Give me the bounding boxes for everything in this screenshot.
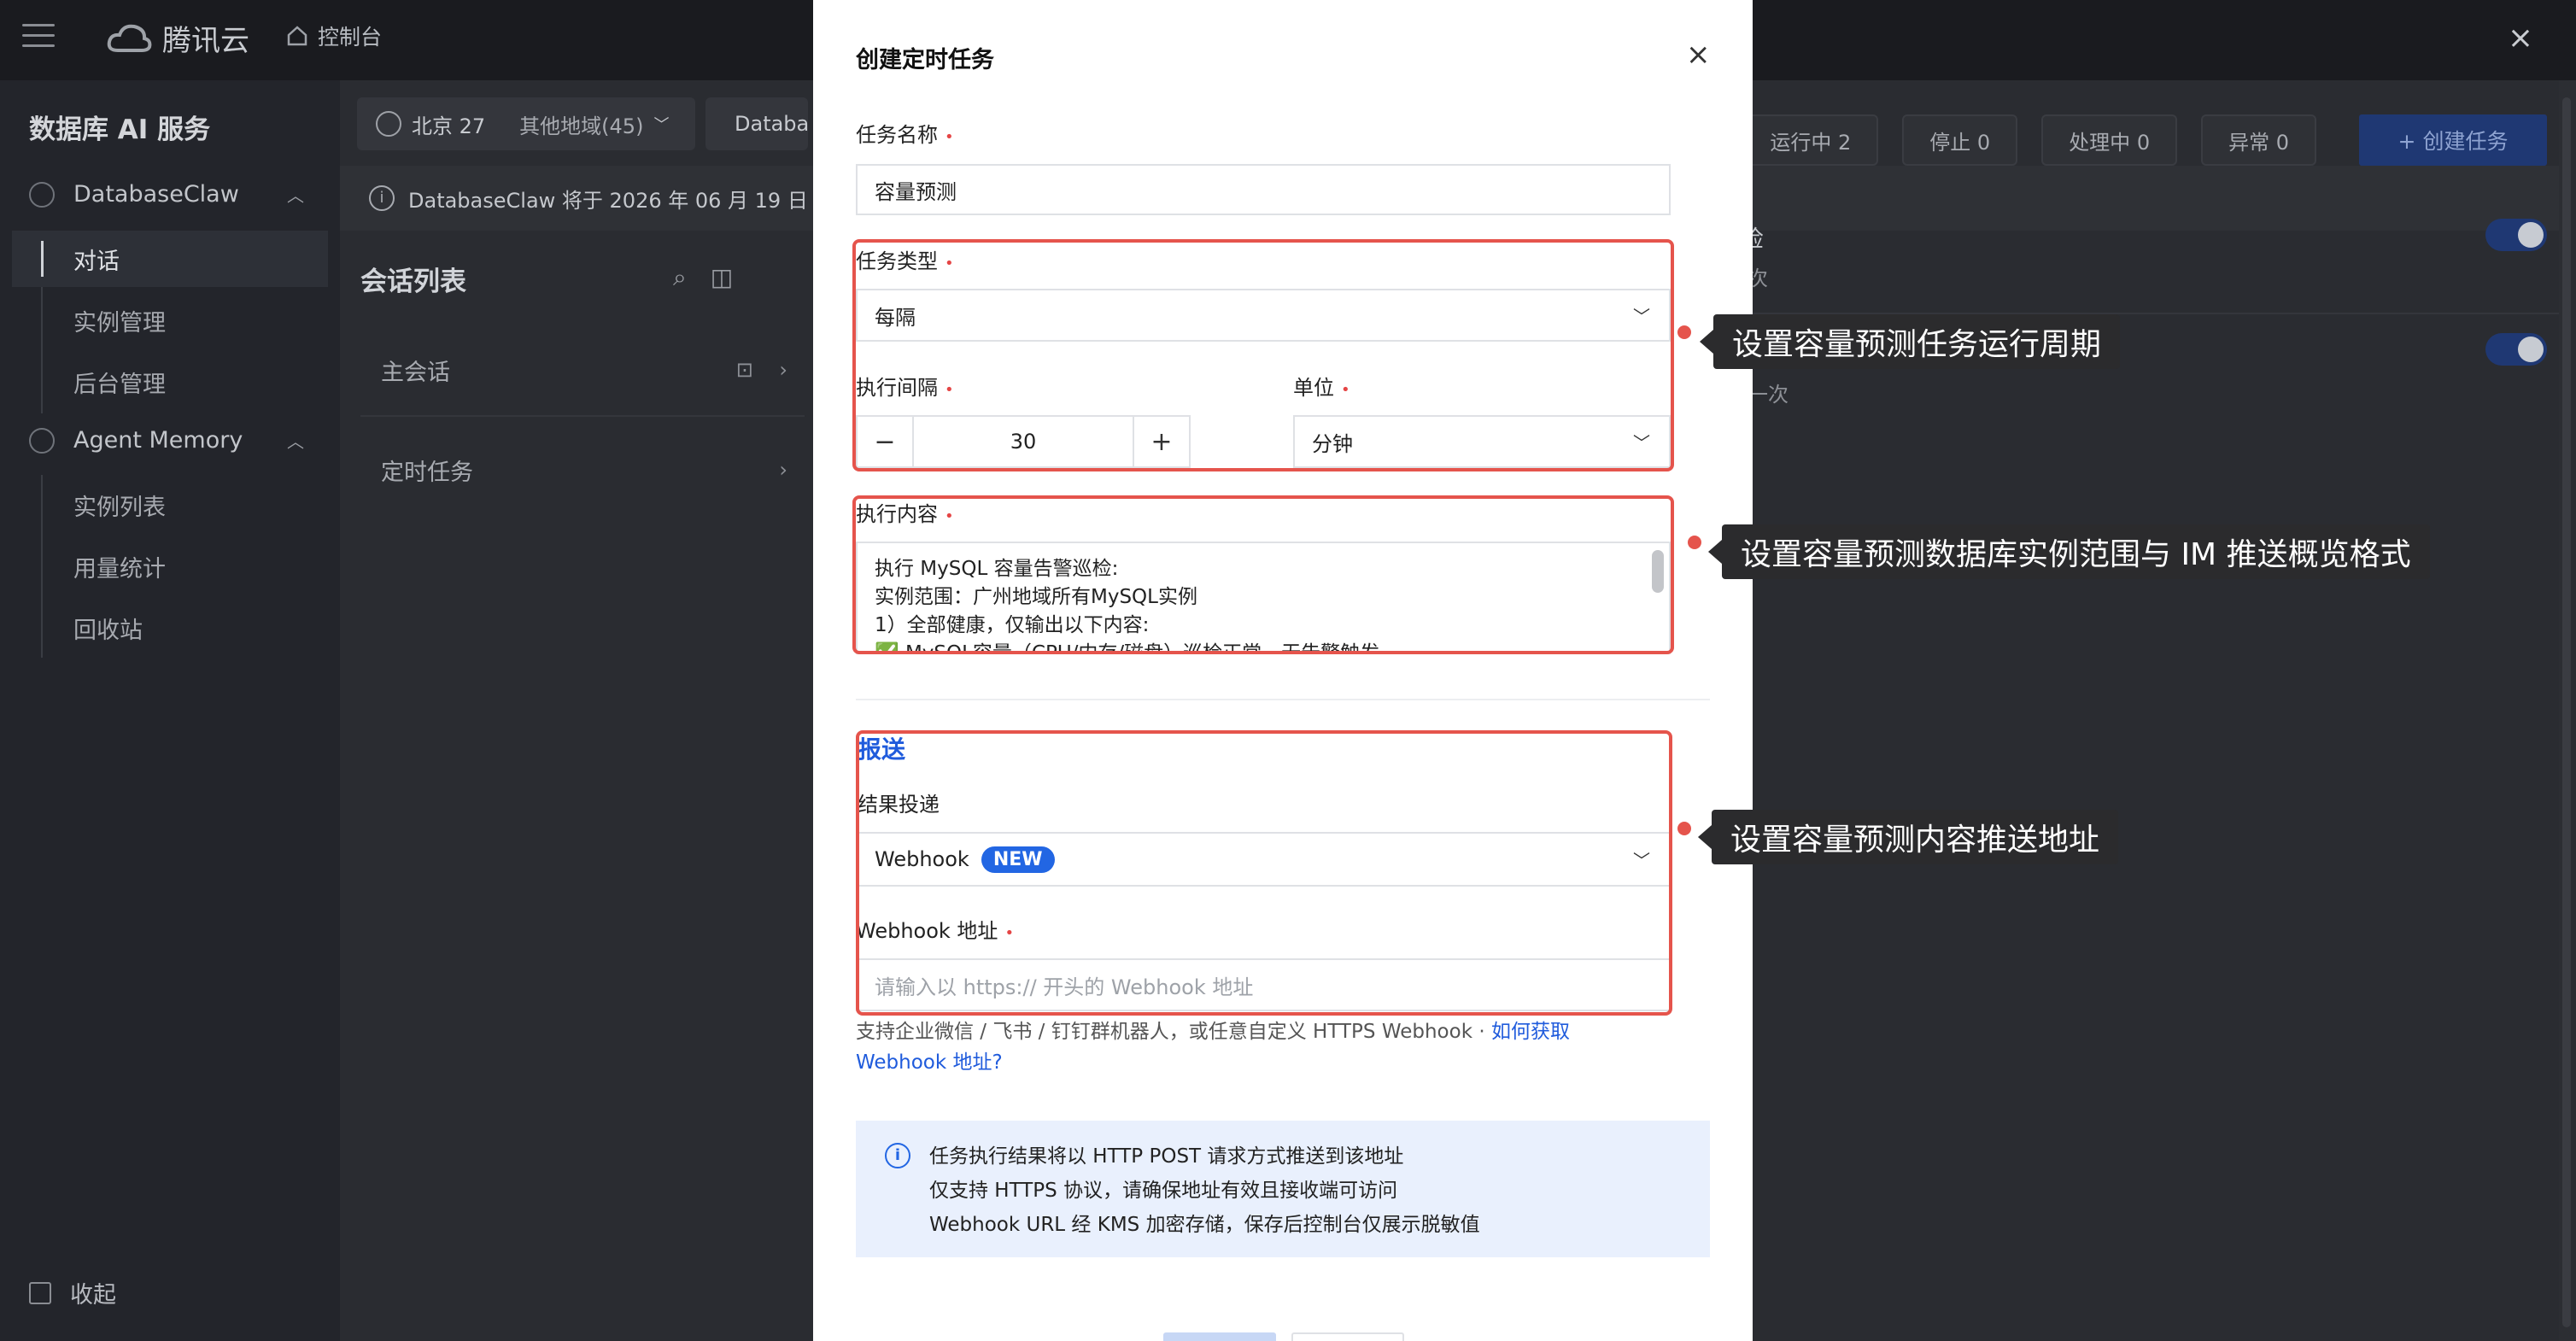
content-label: 执行内容 • (856, 502, 954, 526)
collapse-button[interactable]: 收起 (29, 1276, 116, 1309)
conversation-panel: 会话列表 ⌕◫ 主会话 ⊡ › 定时任务 › (340, 231, 818, 1341)
close-icon[interactable]: × (1686, 38, 1711, 72)
sidebar-group-databaseclaw[interactable]: DatabaseClaw ︿ (29, 181, 304, 208)
callout-content: 设置容量预测数据库实例范围与 IM 推送概览格式 (1722, 524, 2430, 579)
chevron-down-icon: ﹀ (1633, 306, 1650, 327)
chevron-up-icon: ︿ (287, 185, 304, 206)
webhook-input[interactable]: 请输入以 https:// 开头的 Webhook 地址 (856, 958, 1671, 1011)
stat-stopped[interactable]: 停止 0 (1902, 114, 2018, 166)
sidebar-item-instance-management[interactable]: 实例管理 (73, 304, 166, 337)
chevron-up-icon: ︿ (287, 431, 304, 452)
task-toggle[interactable] (2485, 333, 2547, 366)
sidebar-item-instance-list[interactable]: 实例列表 (73, 489, 166, 522)
callout-delivery: 设置容量预测内容推送地址 (1712, 810, 2119, 864)
info-icon: i (369, 185, 395, 211)
interval-value[interactable]: 30 (912, 417, 1134, 466)
modal-title: 创建定时任务 (856, 47, 994, 73)
delivery-label: 结果投递 (858, 793, 940, 817)
sidebar-item-recycle-bin[interactable]: 回收站 (73, 612, 143, 645)
cancel-button[interactable] (1291, 1332, 1404, 1341)
sidebar: 数据库 AI 服务 DatabaseClaw ︿ 对话 实例管理 后台管理 Ag… (0, 80, 340, 1341)
logo-text: 腾讯云 (162, 24, 249, 58)
new-badge: NEW (981, 846, 1055, 873)
delivery-select[interactable]: Webhook NEW ﹀ (856, 832, 1671, 887)
conversation-item-main[interactable]: 主会话 ⊡ › (360, 325, 805, 417)
section-title-delivery: 报送 (858, 735, 906, 764)
textarea-scrollbar[interactable] (1652, 550, 1664, 593)
stat-error[interactable]: 异常 0 (2201, 114, 2316, 166)
unit-label: 单位 • (1293, 376, 1350, 400)
task-name-input[interactable]: 容量预测 (856, 164, 1671, 215)
region-selector[interactable]: 北京 27 其他地域(45) ﹀ (357, 97, 695, 150)
home-icon (287, 26, 307, 46)
webhook-help-text: 支持企业微信 / 飞书 / 钉钉群机器人，或任意自定义 HTTPS Webhoo… (856, 1021, 1570, 1074)
sidebar-title: 数据库 AI 服务 (29, 114, 211, 145)
sidebar-item-usage-stats[interactable]: 用量统计 (73, 550, 166, 583)
chevron-down-icon: ﹀ (1633, 850, 1650, 871)
databaseclaw-icon (29, 181, 55, 208)
conversation-item-scheduled[interactable]: 定时任务 › (360, 424, 805, 516)
info-box: i 任务执行结果将以 HTTP POST 请求方式推送到该地址 仅支持 HTTP… (856, 1121, 1710, 1257)
chevron-right-icon: ⊡ › (735, 358, 787, 382)
sidebar-group-agent-memory[interactable]: Agent Memory ︿ (29, 427, 304, 454)
divider (856, 699, 1710, 700)
search-icon[interactable]: ⌕ (673, 263, 711, 291)
menu-icon[interactable] (22, 24, 55, 50)
task-name-label: 任务名称 • (856, 123, 954, 147)
info-icon: i (885, 1143, 910, 1168)
task-type-label: 任务类型 • (856, 249, 954, 273)
task-toggle[interactable] (2485, 219, 2547, 251)
panel-toggle-icon[interactable]: ◫ (711, 263, 757, 291)
chevron-down-icon: ﹀ (653, 116, 670, 134)
interval-stepper[interactable]: − 30 + (856, 415, 1191, 468)
logo[interactable]: 腾讯云 (106, 17, 249, 59)
create-task-modal: 创建定时任务 × 任务名称 • 容量预测 任务类型 • 每隔 ﹀ 执行间隔 • − 3… (813, 0, 1753, 1341)
stat-processing[interactable]: 处理中 0 (2041, 114, 2178, 166)
content-textarea[interactable]: 执行 MySQL 容量告警巡检: 实例范围：广州地域所有MySQL实例 1）全部… (856, 542, 1671, 654)
sidebar-item-backend-management[interactable]: 后台管理 (73, 366, 166, 399)
globe-icon (376, 111, 401, 137)
unit-select[interactable]: 分钟 ﹀ (1293, 415, 1671, 468)
task-type-select[interactable]: 每隔 ﹀ (856, 289, 1671, 342)
stat-running[interactable]: 运行中 2 (1742, 114, 1879, 166)
database-selector[interactable]: Databa (705, 97, 809, 150)
chevron-down-icon: ﹀ (1633, 432, 1650, 454)
cloud-logo-icon (107, 24, 152, 52)
chevron-right-icon: › (779, 458, 787, 482)
sidebar-item-chat[interactable]: 对话 (73, 243, 120, 276)
decrement-button[interactable]: − (858, 417, 912, 466)
callout-schedule: 设置容量预测任务运行周期 (1713, 314, 2121, 369)
sidebar-item-active-bg (12, 231, 328, 287)
create-task-button[interactable]: + 创建任务 (2359, 114, 2547, 166)
agent-memory-icon (29, 427, 55, 454)
console-link[interactable]: 控制台 (285, 20, 382, 51)
conversation-list-title: 会话列表 (360, 266, 466, 297)
webhook-label: Webhook 地址 • (856, 919, 1015, 943)
status-filter-bar: 运行中 2 停止 0 处理中 0 异常 0 + 创建任务 (1742, 114, 2576, 166)
confirm-button[interactable] (1163, 1332, 1276, 1341)
task-row-sub: 一次 (1748, 383, 1789, 407)
page-scrollbar[interactable] (2559, 80, 2576, 1341)
close-icon[interactable]: × (2508, 20, 2533, 56)
increment-button[interactable]: + (1134, 417, 1189, 466)
collapse-icon (29, 1281, 51, 1304)
interval-label: 执行间隔 • (856, 376, 954, 400)
